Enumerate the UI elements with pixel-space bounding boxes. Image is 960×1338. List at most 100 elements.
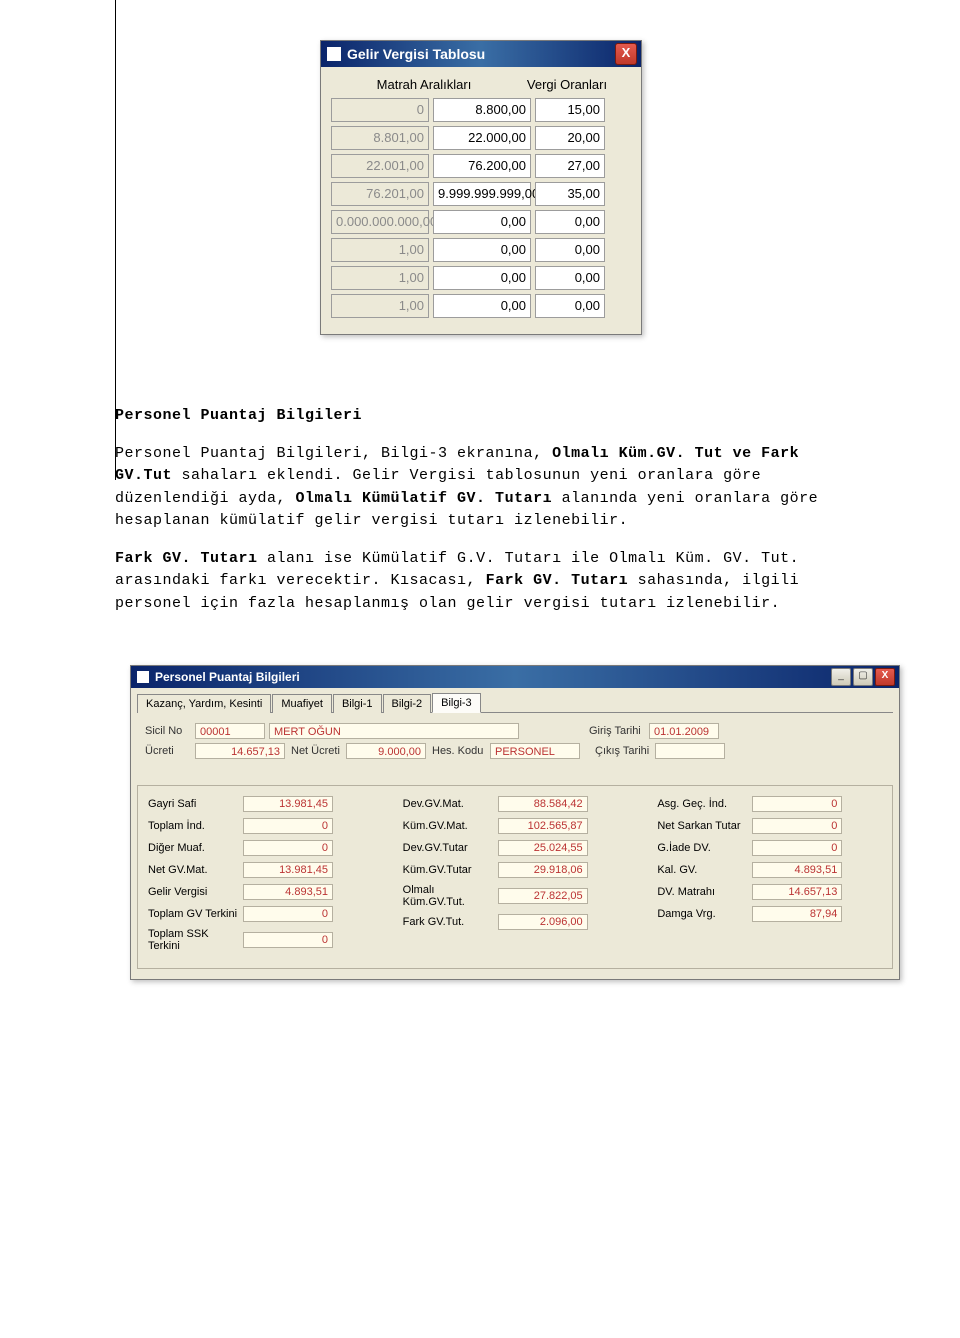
tax-to[interactable]: 0,00 — [433, 266, 531, 290]
tax-table-titlebar: Gelir Vergisi Tablosu X — [321, 41, 641, 67]
tax-row: 76.201,009.999.999.999,0035,00 — [331, 182, 631, 206]
tax-row: 1,000,000,00 — [331, 266, 631, 290]
detail-value[interactable]: 0 — [243, 906, 333, 922]
lbl-cikis: Çıkış Tarihi — [595, 745, 655, 757]
detail-value[interactable]: 29.918,06 — [498, 862, 588, 878]
detail-value[interactable]: 14.657,13 — [752, 884, 842, 900]
detail-row: Olmalı Küm.GV.Tut.27.822,05 — [403, 884, 628, 908]
field-sicilno[interactable]: 00001 — [195, 723, 265, 739]
detail-value[interactable]: 13.981,45 — [243, 796, 333, 812]
maximize-icon[interactable]: ▢ — [853, 668, 873, 686]
detail-value[interactable]: 87,94 — [752, 906, 842, 922]
detail-label: Küm.GV.Mat. — [403, 820, 498, 832]
detail-row: DV. Matrahı14.657,13 — [657, 884, 882, 900]
tab-bilgi-3[interactable]: Bilgi-3 — [432, 693, 481, 713]
tax-table-dialog: Gelir Vergisi Tablosu X Matrah Aralıklar… — [320, 40, 642, 335]
detail-row: Net Sarkan Tutar0 — [657, 818, 882, 834]
tax-row: 08.800,0015,00 — [331, 98, 631, 122]
tax-rate[interactable]: 0,00 — [535, 266, 605, 290]
detail-value[interactable]: 88.584,42 — [498, 796, 588, 812]
tax-rate[interactable]: 0,00 — [535, 210, 605, 234]
detail-label: Toplam İnd. — [148, 820, 243, 832]
tax-row: 1,000,000,00 — [331, 294, 631, 318]
detail-value[interactable]: 4.893,51 — [752, 862, 842, 878]
detail-label: Gayri Safi — [148, 798, 243, 810]
personnel-titlebar: Personel Puantaj Bilgileri _ ▢ X — [131, 666, 899, 688]
document-text: Personel Puantaj Bilgileri Personel Puan… — [115, 405, 845, 615]
tax-to[interactable]: 0,00 — [433, 210, 531, 234]
tax-to[interactable]: 22.000,00 — [433, 126, 531, 150]
detail-row: Gayri Safi13.981,45 — [148, 796, 373, 812]
tax-rate[interactable]: 0,00 — [535, 238, 605, 262]
tax-table-body: Matrah Aralıkları Vergi Oranları 08.800,… — [321, 67, 641, 334]
detail-label: Diğer Muaf. — [148, 842, 243, 854]
field-name[interactable]: MERT OĞUN — [269, 723, 519, 739]
tax-row: 1,000,000,00 — [331, 238, 631, 262]
personnel-title: Personel Puantaj Bilgileri — [155, 670, 829, 684]
detail-row: Dev.GV.Tutar25.024,55 — [403, 840, 628, 856]
detail-row: Toplam SSK Terkini0 — [148, 928, 373, 952]
detail-row: Toplam GV Terkini0 — [148, 906, 373, 922]
doc-heading: Personel Puantaj Bilgileri — [115, 405, 845, 428]
tax-to[interactable]: 76.200,00 — [433, 154, 531, 178]
tax-from: 1,00 — [331, 294, 429, 318]
detail-row: Küm.GV.Tutar29.918,06 — [403, 862, 628, 878]
tab-bilgi-2[interactable]: Bilgi-2 — [383, 694, 432, 713]
detail-label: Net Sarkan Tutar — [657, 820, 752, 832]
detail-value[interactable]: 25.024,55 — [498, 840, 588, 856]
field-netucreti[interactable]: 9.000,00 — [346, 743, 426, 759]
detail-label: G.İade DV. — [657, 842, 752, 854]
tab-kazan-yard-m-kesinti[interactable]: Kazanç, Yardım, Kesinti — [137, 694, 271, 713]
detail-value[interactable]: 27.822,05 — [498, 888, 588, 904]
lbl-heskodu: Hes. Kodu — [432, 745, 490, 757]
field-cikis[interactable] — [655, 743, 725, 759]
detail-row: Küm.GV.Mat.102.565,87 — [403, 818, 628, 834]
tax-rate[interactable]: 0,00 — [535, 294, 605, 318]
detail-value[interactable]: 0 — [752, 818, 842, 834]
detail-row: Fark GV.Tut.2.096,00 — [403, 914, 628, 930]
tax-rate[interactable]: 35,00 — [535, 182, 605, 206]
close-icon[interactable]: X — [875, 668, 895, 686]
detail-row: Gelir Vergisi4.893,51 — [148, 884, 373, 900]
lbl-neturcreti: Net Ücreti — [291, 745, 346, 757]
detail-value[interactable]: 102.565,87 — [498, 818, 588, 834]
tax-to[interactable]: 0,00 — [433, 294, 531, 318]
field-ucreti[interactable]: 14.657,13 — [195, 743, 285, 759]
detail-label: Fark GV.Tut. — [403, 916, 498, 928]
detail-row: Dev.GV.Mat.88.584,42 — [403, 796, 628, 812]
detail-label: Dev.GV.Mat. — [403, 798, 498, 810]
detail-row: Toplam İnd.0 — [148, 818, 373, 834]
minimize-icon[interactable]: _ — [831, 668, 851, 686]
details-panel: Gayri Safi13.981,45Toplam İnd.0Diğer Mua… — [137, 785, 893, 969]
detail-label: DV. Matrahı — [657, 886, 752, 898]
detail-row: Asg. Geç. İnd.0 — [657, 796, 882, 812]
detail-value[interactable]: 13.981,45 — [243, 862, 333, 878]
detail-value[interactable]: 0 — [243, 818, 333, 834]
tax-rate[interactable]: 15,00 — [535, 98, 605, 122]
tax-from: 1,00 — [331, 266, 429, 290]
detail-label: Küm.GV.Tutar — [403, 864, 498, 876]
field-giris[interactable]: 01.01.2009 — [649, 723, 719, 739]
tax-to[interactable]: 9.999.999.999,00 — [433, 182, 531, 206]
tax-rate[interactable]: 20,00 — [535, 126, 605, 150]
tax-from: 8.801,00 — [331, 126, 429, 150]
tax-rate[interactable]: 27,00 — [535, 154, 605, 178]
tax-to[interactable]: 8.800,00 — [433, 98, 531, 122]
tab-bilgi-1[interactable]: Bilgi-1 — [333, 694, 382, 713]
detail-value[interactable]: 4.893,51 — [243, 884, 333, 900]
app-icon — [327, 47, 341, 61]
header-oran: Vergi Oranları — [517, 77, 617, 92]
close-icon[interactable]: X — [615, 43, 637, 65]
detail-value[interactable]: 0 — [752, 796, 842, 812]
detail-row: Kal. GV.4.893,51 — [657, 862, 882, 878]
detail-value[interactable]: 0 — [752, 840, 842, 856]
tax-to[interactable]: 0,00 — [433, 238, 531, 262]
field-heskodu[interactable]: PERSONEL — [490, 743, 580, 759]
tax-from: 22.001,00 — [331, 154, 429, 178]
tab-muafiyet[interactable]: Muafiyet — [272, 694, 332, 713]
detail-value[interactable]: 2.096,00 — [498, 914, 588, 930]
detail-row: Net GV.Mat.13.981,45 — [148, 862, 373, 878]
lbl-sicilno: Sicil No — [145, 725, 195, 737]
detail-value[interactable]: 0 — [243, 932, 333, 948]
detail-value[interactable]: 0 — [243, 840, 333, 856]
